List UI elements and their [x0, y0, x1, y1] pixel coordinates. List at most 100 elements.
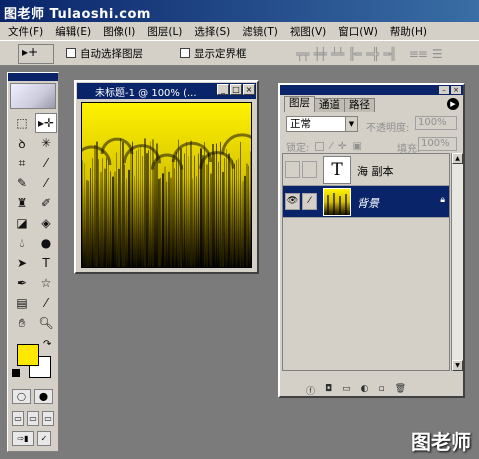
history-brush-icon[interactable]: ✐	[35, 193, 57, 213]
canvas-streak	[202, 155, 204, 267]
blend-mode-select[interactable]: 正常 ▼	[286, 116, 358, 132]
new-set-icon[interactable]: ▭	[342, 384, 351, 397]
standard-mode-icon[interactable]: ◯	[12, 389, 31, 404]
marquee-icon[interactable]: ⬚	[11, 113, 33, 133]
menu-window[interactable]: 窗口(W)	[338, 24, 378, 39]
zoom-icon[interactable]: 🔍︎	[35, 313, 57, 333]
quickmask-mode-icon[interactable]: ⬤	[34, 389, 53, 404]
tab-channels[interactable]: 通道	[314, 98, 345, 112]
crop-icon[interactable]: ⌗	[11, 153, 33, 173]
path-select-icon[interactable]: ➤	[11, 253, 33, 273]
canvas[interactable]	[81, 102, 252, 268]
maximize-button[interactable]: □	[230, 84, 242, 95]
canvas-streak	[98, 159, 99, 267]
mask-icon[interactable]: ◘	[325, 384, 332, 397]
canvas-streak	[162, 173, 164, 267]
lock-transparency-icon[interactable]	[315, 142, 325, 151]
hand-icon[interactable]: ✋︎	[11, 313, 33, 333]
brush-icon[interactable]: ⁄	[35, 173, 57, 193]
app-logo[interactable]	[10, 83, 56, 109]
menu-select[interactable]: 选择(S)	[194, 24, 230, 39]
foreground-color-swatch[interactable]	[17, 344, 39, 366]
screen-full-menu-icon[interactable]: ▭	[27, 411, 39, 426]
layer-row-selected[interactable]: 👁︎ ⁄ 背景 🔒︎	[283, 186, 449, 218]
jump-to-imageready-icon[interactable]: ⇨▮	[12, 431, 34, 446]
eye-icon[interactable]: 👁︎	[285, 193, 300, 210]
canvas-streak	[188, 156, 189, 267]
brush-icon[interactable]: ⁄	[302, 193, 317, 210]
adjustment-icon[interactable]: ◐	[361, 384, 369, 397]
menu-layer[interactable]: 图层(L)	[147, 24, 182, 39]
align-left-icon[interactable]: ╟═	[348, 47, 361, 61]
canvas-streak	[174, 168, 175, 267]
menu-image[interactable]: 图像(I)	[103, 24, 135, 39]
tab-paths[interactable]: 路径	[344, 98, 375, 112]
eyedropper-icon[interactable]: ⁄	[35, 293, 57, 313]
healing-icon[interactable]: ✎	[11, 173, 33, 193]
tool-preset-picker[interactable]: ▸+	[18, 44, 54, 64]
canvas-streak	[228, 153, 230, 267]
align-vcenter-icon[interactable]: ╪╪	[313, 47, 326, 61]
trash-icon[interactable]: 🗑︎	[395, 384, 406, 397]
new-layer-icon[interactable]: ▫	[379, 384, 385, 397]
scroll-down-icon[interactable]: ▼	[452, 360, 463, 371]
eraser-icon[interactable]: ◪	[11, 213, 33, 233]
menu-edit[interactable]: 编辑(E)	[55, 24, 91, 39]
type-icon[interactable]: T	[35, 253, 57, 273]
shape-icon[interactable]: ☆	[35, 273, 57, 293]
panel-menu-icon[interactable]: ▶	[447, 98, 459, 110]
fill-field[interactable]: 100%	[418, 137, 457, 151]
lock-paint-icon[interactable]: ⁄	[330, 141, 332, 152]
close-button[interactable]: ×	[243, 84, 255, 95]
stamp-icon[interactable]: ♜	[11, 193, 33, 213]
menu-file[interactable]: 文件(F)	[8, 24, 43, 39]
layer-name[interactable]: 背景	[357, 195, 379, 211]
screen-full-icon[interactable]: ▭	[42, 411, 54, 426]
menu-view[interactable]: 视图(V)	[290, 24, 326, 39]
layer-row[interactable]: T 海 副本	[283, 154, 449, 186]
canvas-streak	[180, 148, 182, 267]
auto-select-checkbox[interactable]	[66, 48, 76, 58]
align-top-icon[interactable]: ╤╤	[296, 47, 309, 61]
screen-mode-row: ▭ ▭ ▭	[12, 411, 54, 426]
pen-icon[interactable]: ✒	[11, 273, 33, 293]
blur-icon[interactable]: 💧︎	[11, 233, 33, 253]
link-toggle[interactable]	[302, 161, 317, 178]
canvas-streak	[124, 164, 125, 267]
slice-icon[interactable]: ⁄	[35, 153, 57, 173]
show-bounds-checkbox[interactable]	[180, 48, 190, 58]
layer-style-icon[interactable]: ⓕ	[306, 384, 315, 397]
minimize-button[interactable]: _	[217, 84, 229, 95]
canvas-streak	[218, 161, 219, 267]
lasso-icon[interactable]: ꝺ	[11, 133, 33, 153]
lock-all-icon[interactable]: ▣	[352, 141, 361, 152]
swap-colors-icon[interactable]: ↷	[43, 339, 51, 350]
move-icon[interactable]: ▸✛	[35, 113, 57, 133]
align-right-icon[interactable]: ═╢	[383, 47, 396, 61]
canvas-streak	[96, 141, 98, 267]
tab-layers[interactable]: 图层	[284, 96, 315, 112]
menu-help[interactable]: 帮助(H)	[390, 24, 427, 39]
menu-filter[interactable]: 滤镜(T)	[242, 24, 278, 39]
default-colors-icon[interactable]	[12, 369, 20, 377]
visibility-toggle[interactable]	[285, 161, 300, 178]
panel-minimize-button[interactable]: –	[439, 86, 449, 94]
notes-icon[interactable]: ▤	[11, 293, 33, 313]
dodge-icon[interactable]: ●	[35, 233, 57, 253]
screen-standard-icon[interactable]: ▭	[12, 411, 24, 426]
align-bottom-icon[interactable]: ╧╧	[331, 47, 344, 61]
canvas-streak	[126, 178, 127, 267]
align-hcenter-icon[interactable]: ═╬	[366, 47, 379, 61]
distribute-vcenter-icon[interactable]: ☰	[432, 47, 443, 61]
canvas-streak	[154, 162, 156, 267]
layer-scrollbar[interactable]: ▲ ▼	[451, 153, 463, 371]
opacity-field[interactable]: 100%	[415, 116, 457, 130]
bucket-icon[interactable]: ◈	[35, 213, 57, 233]
layer-name[interactable]: 海 副本	[357, 163, 394, 179]
magic-wand-icon[interactable]: ✳	[35, 133, 57, 153]
lock-move-icon[interactable]: ✛	[338, 141, 346, 152]
edit-icon[interactable]: ✓	[37, 431, 51, 446]
distribute-top-icon[interactable]: ≡≡	[409, 47, 428, 61]
panel-close-button[interactable]: ×	[451, 86, 461, 94]
scroll-up-icon[interactable]: ▲	[452, 153, 463, 164]
